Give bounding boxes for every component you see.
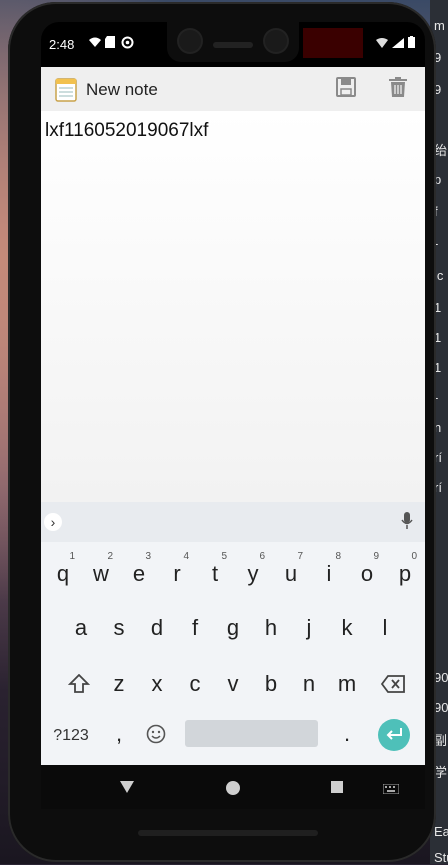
key-e[interactable]: 3e — [121, 552, 157, 596]
enter-icon — [386, 728, 402, 740]
battery-icon — [408, 36, 415, 51]
key-number-hint: 6 — [259, 551, 265, 562]
camera-notch — [167, 22, 299, 62]
key-number-hint: 0 — [411, 551, 417, 562]
key-t[interactable]: 5t — [197, 552, 233, 596]
key-number-hint: 5 — [221, 551, 227, 562]
phone-frame: 2:48 New note lxf116052019067lxf › ?123 … — [8, 2, 436, 862]
data-saver-icon — [121, 36, 134, 52]
key-q[interactable]: 1q — [45, 552, 81, 596]
key-label: q — [56, 561, 70, 586]
sd-card-icon — [105, 36, 115, 51]
phone-bottom-speaker — [138, 830, 318, 836]
front-sensor-icon — [265, 30, 287, 52]
note-text-field[interactable]: lxf116052019067lxf — [45, 120, 208, 142]
key-number-hint: 3 — [145, 551, 151, 562]
enter-key[interactable] — [378, 719, 410, 751]
note-editor[interactable]: lxf116052019067lxf — [41, 111, 425, 502]
keyboard-switch-icon[interactable] — [382, 783, 400, 797]
trash-icon — [389, 77, 407, 97]
wifi-signal-icon — [376, 36, 388, 51]
key-r[interactable]: 4r — [159, 552, 195, 596]
front-camera-icon — [179, 30, 201, 52]
key-j[interactable]: j — [291, 606, 327, 650]
delete-button[interactable] — [389, 77, 409, 99]
back-triangle-icon — [120, 781, 134, 793]
key-number-hint: 2 — [107, 551, 113, 562]
expand-suggestions-button[interactable]: › — [44, 513, 62, 531]
status-bar: 2:48 — [41, 22, 425, 66]
key-label: y — [247, 561, 259, 586]
emoji-key[interactable] — [138, 714, 174, 758]
key-v[interactable]: v — [215, 662, 251, 706]
key-s[interactable]: s — [101, 606, 137, 650]
key-label: p — [398, 561, 412, 586]
key-label: e — [132, 561, 146, 586]
back-button[interactable] — [119, 779, 135, 800]
navigation-bar — [41, 765, 425, 809]
key-l[interactable]: l — [367, 606, 403, 650]
key-z[interactable]: z — [101, 662, 137, 706]
key-p[interactable]: 0p — [387, 552, 423, 596]
key-c[interactable]: c — [177, 662, 213, 706]
key-y[interactable]: 6y — [235, 552, 271, 596]
notepad-app-icon — [55, 77, 77, 102]
key-label: r — [173, 561, 181, 586]
key-d[interactable]: d — [139, 606, 175, 650]
page-title: New note — [86, 80, 158, 99]
key-b[interactable]: b — [253, 662, 289, 706]
key-number-hint: 9 — [373, 551, 379, 562]
symbols-key[interactable]: ?123 — [50, 714, 92, 758]
suggestion-strip: › — [41, 502, 425, 542]
status-time: 2:48 — [49, 37, 75, 52]
app-bar: New note — [41, 67, 425, 111]
emoji-icon — [146, 724, 166, 744]
recents-button[interactable] — [331, 781, 343, 793]
comma-key[interactable]: , — [101, 712, 137, 756]
key-g[interactable]: g — [215, 606, 251, 650]
key-n[interactable]: n — [291, 662, 327, 706]
key-label: o — [360, 561, 374, 586]
key-number-hint: 8 — [335, 551, 341, 562]
key-a[interactable]: a — [63, 606, 99, 650]
wifi-icon — [89, 36, 101, 51]
key-f[interactable]: f — [177, 606, 213, 650]
key-k[interactable]: k — [329, 606, 365, 650]
key-i[interactable]: 8i — [311, 552, 347, 596]
backspace-key[interactable] — [375, 662, 411, 706]
earpiece-speaker — [213, 42, 253, 48]
home-button[interactable] — [226, 781, 240, 795]
microphone-icon[interactable] — [401, 512, 413, 535]
backspace-icon — [380, 675, 405, 693]
status-icons — [376, 36, 415, 51]
key-m[interactable]: m — [329, 662, 365, 706]
key-label: w — [93, 561, 109, 586]
key-number-hint: 4 — [183, 551, 189, 562]
key-w[interactable]: 2w — [83, 552, 119, 596]
key-h[interactable]: h — [253, 606, 289, 650]
save-icon — [336, 77, 356, 97]
cell-signal-icon — [392, 36, 404, 51]
key-number-hint: 1 — [69, 551, 75, 562]
status-area-overlay — [303, 28, 363, 58]
key-number-hint: 7 — [297, 551, 303, 562]
soft-keyboard: › ?123 , . 1 q 2 w 3 e 4 r 5 t 6 y 7 u 8… — [41, 502, 425, 765]
period-key[interactable]: . — [329, 712, 365, 756]
save-button[interactable] — [336, 77, 356, 99]
key-u[interactable]: 7u — [273, 552, 309, 596]
key-label: i — [326, 561, 332, 586]
space-bar[interactable] — [185, 720, 318, 747]
phone-screen: 2:48 New note lxf116052019067lxf › ?123 … — [41, 22, 425, 809]
key-label: u — [284, 561, 298, 586]
key-label: t — [211, 561, 219, 586]
shift-icon — [67, 673, 91, 693]
key-o[interactable]: 9o — [349, 552, 385, 596]
key-x[interactable]: x — [139, 662, 175, 706]
shift-key[interactable] — [61, 662, 97, 706]
